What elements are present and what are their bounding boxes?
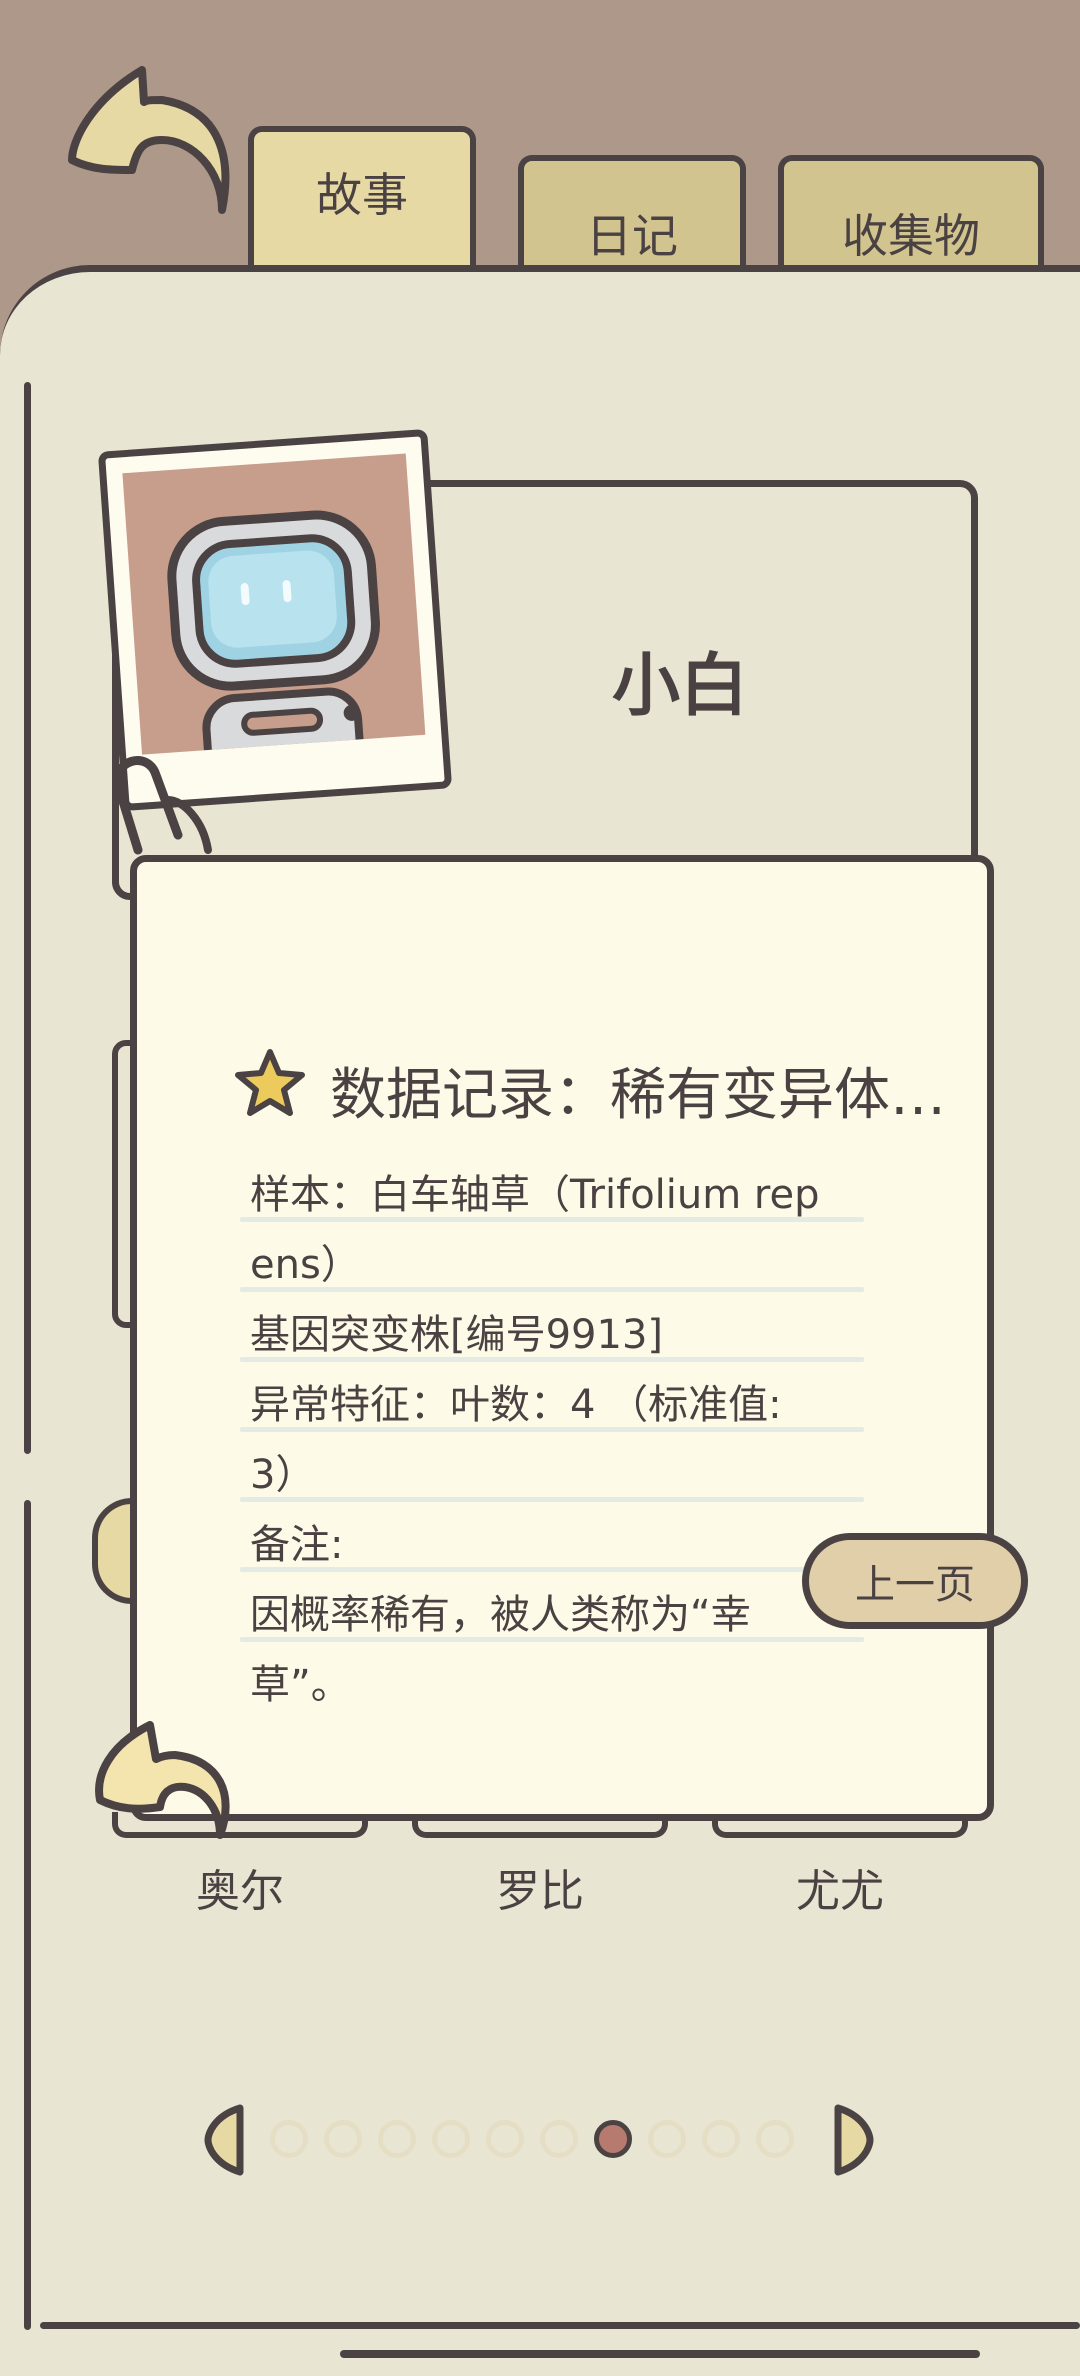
pagination-dots: [270, 2120, 794, 2158]
curl-arrow-icon: [95, 1721, 230, 1839]
close-note-button[interactable]: [90, 1715, 240, 1855]
note-line: 3）: [250, 1452, 316, 1498]
note-title: 数据记录：稀有变异体…: [330, 1063, 946, 1128]
note-line: 草”。: [250, 1662, 351, 1708]
character-label-luobi[interactable]: 罗比: [430, 1855, 650, 1919]
note-line: 异常特征：叶数：4 （标准值:: [250, 1382, 782, 1428]
character-label-aoer[interactable]: 奥尔: [130, 1855, 350, 1919]
robot-icon: [167, 510, 380, 755]
tab-label: 日记: [586, 209, 678, 263]
note-line: 基因突变株[编号9913]: [250, 1312, 664, 1358]
ruled-line: [240, 1497, 864, 1502]
note-line: 因概率稀有，被人类称为“幸: [250, 1592, 751, 1638]
note-line: 备注:: [250, 1522, 344, 1568]
star-icon: [232, 1046, 308, 1122]
tab-collection[interactable]: 收集物: [778, 155, 1044, 275]
page-dot[interactable]: [756, 2120, 794, 2158]
character-name: 小白: [612, 647, 749, 726]
page-dot[interactable]: [702, 2120, 740, 2158]
back-arrow-icon: [68, 66, 230, 214]
page-dot[interactable]: [270, 2120, 308, 2158]
book-spine-line: [24, 1500, 31, 2330]
book-bottom-line: [40, 2322, 1080, 2329]
book-bottom-line: [340, 2350, 980, 2358]
paper-clip-icon: [108, 740, 218, 860]
ruled-line: [240, 1287, 864, 1292]
note-line: 样本：白车轴草（Trifolium rep: [250, 1172, 820, 1218]
book-spine-line: [24, 382, 31, 1454]
tab-label: 收集物: [842, 209, 980, 263]
ruled-line: [240, 1217, 864, 1222]
page-dot[interactable]: [324, 2120, 362, 2158]
back-button[interactable]: [52, 60, 242, 230]
ruled-line: [240, 1427, 864, 1432]
tab-diary[interactable]: 日记: [518, 155, 746, 275]
tab-label: 故事: [316, 168, 408, 222]
page-dot[interactable]: [648, 2120, 686, 2158]
ruled-line: [240, 1637, 864, 1642]
page-dot-active[interactable]: [594, 2120, 632, 2158]
prev-arrow-icon[interactable]: [204, 2104, 246, 2176]
ruled-line: [240, 1357, 864, 1362]
character-label-youyou[interactable]: 尤尤: [730, 1855, 950, 1919]
note-line: ens）: [250, 1242, 361, 1288]
next-arrow-icon[interactable]: [832, 2104, 874, 2176]
page-dot[interactable]: [540, 2120, 578, 2158]
page-dot[interactable]: [486, 2120, 524, 2158]
page-dot[interactable]: [378, 2120, 416, 2158]
page-dot[interactable]: [432, 2120, 470, 2158]
prev-page-label: 上一页: [855, 1562, 975, 1608]
prev-page-button[interactable]: 上一页: [802, 1533, 1028, 1629]
tab-story[interactable]: 故事: [248, 126, 476, 276]
ruled-line: [240, 1567, 864, 1572]
